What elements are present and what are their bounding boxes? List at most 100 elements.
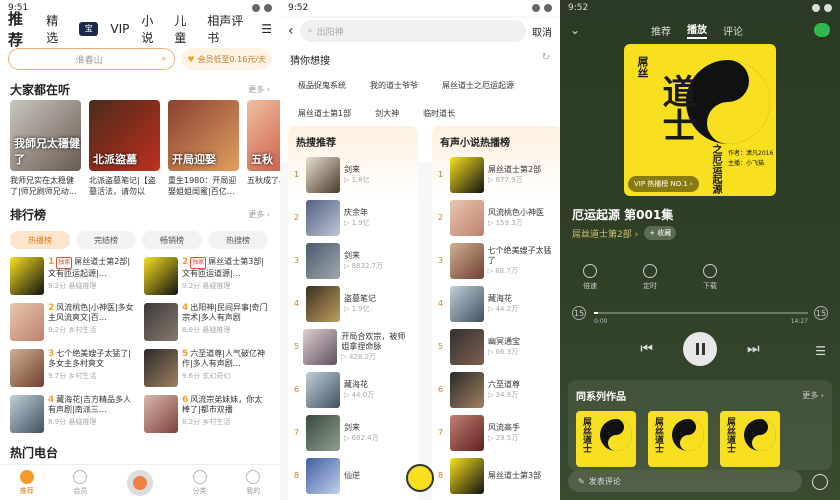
suggestion-chip[interactable]: 临时道长: [415, 103, 464, 123]
next-icon[interactable]: ⏭: [747, 341, 760, 357]
book-card[interactable]: 北派盜墓北派盗墓笔记|【盗墓活法，请勿以身…: [89, 100, 160, 197]
rank-item[interactable]: 4 藏海花|吉方精品多人有声剧|南派三… 8.9分 悬疑推理: [10, 395, 136, 433]
collapse-chevron-icon[interactable]: ⌄: [570, 23, 580, 37]
pause-button[interactable]: [683, 332, 717, 366]
book-card[interactable]: 五秋五秋成了小说…: [247, 100, 280, 197]
hot-item[interactable]: 4 盗墓笔记 ▷ 1.9亿: [288, 282, 418, 325]
series-cover[interactable]: 屌丝道士: [576, 411, 636, 467]
floating-player-icon[interactable]: [406, 464, 434, 492]
suggestion-chip[interactable]: 屌丝道士之厄运起源: [434, 75, 522, 95]
rank-item[interactable]: 5 六至道尊|人气破亿神作|多人有声剧… 9.6分 玄幻奇幻: [144, 349, 270, 387]
series-link[interactable]: 屌丝道士第2部 ›: [572, 227, 638, 240]
tab-comments[interactable]: 评论: [723, 23, 743, 38]
rank-item[interactable]: 2 风流桃色|小神医|多女主风流爽文|百… 9.2分 乡村生活: [10, 303, 136, 341]
mini-player-button[interactable]: [126, 469, 153, 496]
hot-item[interactable]: 7 风流高手 ▷ 29.5万: [432, 411, 560, 454]
bottom-tab-vip[interactable]: 会员: [73, 469, 88, 496]
nav-tab-novel[interactable]: 小说: [141, 12, 162, 46]
hot-item[interactable]: 7 剑来 ▷ 682.4万: [288, 411, 418, 454]
progress-bar[interactable]: [594, 312, 808, 314]
rank-number: 5: [182, 349, 189, 359]
brand-logo-icon[interactable]: 宝: [79, 22, 99, 36]
rank-tab[interactable]: 完结榜: [76, 231, 136, 249]
more-link[interactable]: 更多 ›: [248, 84, 270, 95]
collect-button[interactable]: + 收藏: [644, 226, 677, 240]
refresh-icon[interactable]: ↻: [542, 52, 550, 67]
tab-playing[interactable]: 播放: [687, 21, 708, 39]
rank-tab[interactable]: 畅销榜: [142, 231, 202, 249]
comment-input[interactable]: ✎ 发表评论: [568, 470, 802, 492]
playlist-icon[interactable]: ☰: [815, 344, 826, 358]
cancel-button[interactable]: 取消: [532, 24, 552, 39]
rank-item[interactable]: 3 七个绝美嫂子太猛了|多女主多村爽文 9.7分 乡村生活: [10, 349, 136, 387]
hot-thumb: [450, 414, 484, 451]
hot-item[interactable]: 4 藏海花 ▷ 44.2万: [432, 282, 560, 325]
hot-item[interactable]: 5 幽冥通宝 ▷ 66.3万: [432, 325, 560, 368]
bottom-tab-recommend[interactable]: 推荐: [19, 469, 34, 496]
book-card[interactable]: 开局迎娶 重生1980：开局迎娶姐姐闺蜜|百亿…: [168, 100, 239, 197]
hot-plays: ▷ 88.7万: [487, 266, 518, 275]
nav-tab-recommend[interactable]: 推荐: [8, 8, 34, 50]
cover-title-big: 道士: [656, 74, 696, 142]
bottom-tab-mine[interactable]: 我的: [246, 469, 261, 496]
series-cover[interactable]: 屌丝道士: [648, 411, 708, 467]
rank-item[interactable]: 2 独家 屌丝道士第3部|文有匝运道源|… 9.2分 悬疑推理: [144, 257, 270, 295]
hot-item[interactable]: 1 剑来 ▷ 1.8亿: [288, 153, 418, 196]
cover-subtitle: 之厄运起源: [710, 144, 721, 194]
audio-rank-panel: 有声小说热播榜 1 屌丝道士第2部 ▷ 677.9万 2 风流桃色小神医 ▷ 159.3万…: [432, 126, 560, 500]
timer-button[interactable]: 定时: [643, 264, 657, 291]
wechat-share-icon[interactable]: [814, 23, 830, 37]
rank-thumb: [144, 257, 178, 295]
rank-tab[interactable]: 热搜榜: [208, 231, 268, 249]
nav-tab-kids[interactable]: 儿童: [174, 12, 195, 46]
hot-text: 开局合欢宗，被师姐拿捏命脉 ▷ 428.2万: [341, 332, 412, 362]
forward-15-icon[interactable]: 15: [814, 306, 828, 320]
series-more-link[interactable]: 更多 ›: [802, 390, 824, 401]
hot-item[interactable]: 2 风流桃色小神医 ▷ 159.3万: [432, 196, 560, 239]
hot-rank: 6: [438, 385, 444, 394]
suggestion-chip[interactable]: 我的道士爷爷: [362, 75, 426, 95]
download-button[interactable]: 下载: [703, 264, 717, 291]
hot-item[interactable]: 8 仙逆: [288, 454, 418, 497]
rank-item[interactable]: 6 风流宗弟妹妹，你太棒了|都市双播 8.2分 乡村生活: [144, 395, 270, 433]
back-icon[interactable]: ‹: [288, 23, 294, 39]
bottom-tab-category[interactable]: 分类: [192, 469, 207, 496]
hot-plays: ▷ 428.2万: [341, 352, 377, 361]
rank-meta: 9.7分 乡村生活: [48, 372, 97, 380]
book-card[interactable]: 我師兄太穩健了 我师兄实在太稳健了|师兄刷师兄动…: [10, 100, 81, 197]
hot-item[interactable]: 3 剑来 ▷ 8832.7万: [288, 239, 418, 282]
hot-item[interactable]: 6 六至道尊 ▷ 34.9万: [432, 368, 560, 411]
hot-thumb: [449, 242, 484, 279]
audio-rank-title: 有声小说热播榜: [440, 138, 510, 149]
hot-item[interactable]: 5 开局合欢宗，被师姐拿捏命脉 ▷ 428.2万: [288, 325, 418, 368]
comment-icon[interactable]: [812, 474, 828, 490]
suggestion-chip[interactable]: 极品捉鬼系统: [290, 75, 354, 95]
rank-item[interactable]: 1 独家 屌丝道士第2部|文有匝运起源|… 9.2分 悬疑推理: [10, 257, 136, 295]
rank-tab[interactable]: 热播榜: [10, 231, 70, 249]
nav-tab-crosstalk[interactable]: 相声评书: [207, 12, 249, 46]
series-cover[interactable]: 屌丝道士: [720, 411, 780, 467]
suggestion-chip[interactable]: 屌丝道士第1部: [290, 103, 360, 123]
rank-more-link[interactable]: 更多 ›: [248, 209, 270, 220]
nav-tab-vip[interactable]: VIP: [110, 22, 129, 36]
hot-item[interactable]: 8 屌丝道士第3部: [432, 454, 560, 497]
hot-rank: 8: [438, 471, 444, 480]
hot-rank: 8: [294, 471, 300, 480]
nav-tab-featured[interactable]: 精选: [46, 12, 67, 46]
speed-button[interactable]: 倍速: [583, 264, 597, 291]
hot-item[interactable]: 2 庆余年 ▷ 1.9亿: [288, 196, 418, 239]
hot-item[interactable]: 1 屌丝道士第2部 ▷ 677.9万: [432, 153, 560, 196]
vip-promo-chip[interactable]: ♥ 会员低至0.16元/天: [181, 48, 272, 70]
rank-item[interactable]: 4 出阳神|民间异事|奇门宗术|多人有声剧 8.9分 悬疑推理: [144, 303, 270, 341]
suggestion-chip[interactable]: 剑大神: [367, 103, 408, 123]
rewind-15-icon[interactable]: 15: [572, 306, 586, 320]
menu-icon[interactable]: ☰: [261, 22, 272, 36]
battery-icon: [264, 4, 272, 12]
hot-item[interactable]: 3 七个绝美嫂子太猛了 ▷ 88.7万: [432, 239, 560, 282]
search-input[interactable]: 淮春山 ⌕: [8, 48, 176, 70]
hot-item[interactable]: 6 藏海花 ▷ 44.0万: [288, 368, 418, 411]
previous-icon[interactable]: ⏮: [640, 341, 653, 357]
tab-recommend[interactable]: 推荐: [651, 23, 671, 38]
vip-rank-tag[interactable]: VIP 热播榜 NO.1 ›: [628, 176, 699, 192]
search-input-2[interactable]: ⌕ 出阳神: [299, 20, 526, 42]
